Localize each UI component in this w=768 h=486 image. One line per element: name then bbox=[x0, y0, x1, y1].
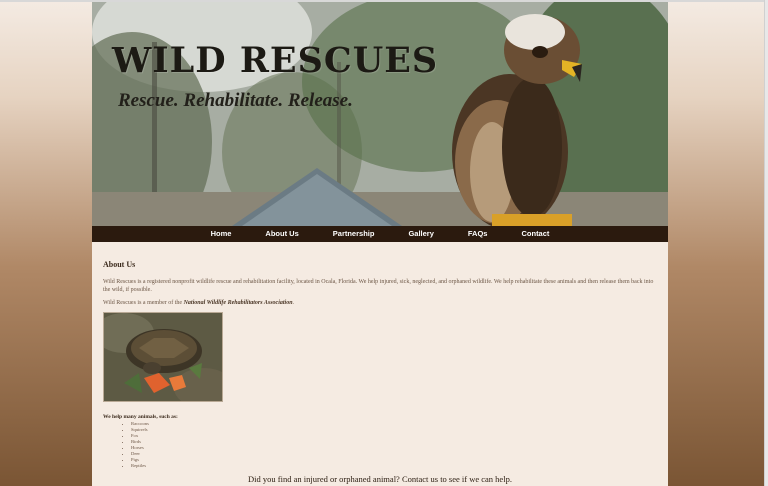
nav-link-partnership[interactable]: Partnership bbox=[316, 226, 392, 242]
site-title: WILD RESCUES bbox=[112, 40, 439, 81]
contact-call-to-action: Did you find an injured or orphaned anim… bbox=[248, 474, 512, 484]
membership-prefix: Wild Rescues is a member of the bbox=[103, 300, 184, 306]
hawk-banner-image bbox=[92, 2, 668, 226]
page-container: WILD RESCUES Rescue. Rehabilitate. Relea… bbox=[92, 2, 668, 486]
nav-link-gallery[interactable]: Gallery bbox=[391, 226, 450, 242]
header-banner: WILD RESCUES Rescue. Rehabilitate. Relea… bbox=[92, 2, 668, 226]
tortoise-image bbox=[104, 313, 222, 401]
membership-suffix: . bbox=[292, 300, 295, 306]
nav-link-home[interactable]: Home bbox=[194, 226, 249, 242]
tortoise-photo bbox=[103, 312, 223, 402]
membership-paragraph: Wild Rescues is a member of the National… bbox=[103, 299, 655, 307]
window-scrollbar[interactable] bbox=[764, 0, 768, 486]
about-heading: About Us bbox=[103, 260, 136, 269]
membership-org: National Wildlife Rehabilitators Associa… bbox=[183, 300, 293, 306]
list-item: Reptiles bbox=[131, 463, 657, 469]
animals-heading: We help many animals, such as: bbox=[103, 414, 178, 420]
animals-list: Raccoons Squirrels Fox Birds Horses Deer… bbox=[131, 421, 657, 469]
main-nav: Home About Us Partnership Gallery FAQs C… bbox=[92, 226, 668, 242]
nav-link-faqs[interactable]: FAQs bbox=[451, 226, 505, 242]
main-content: About Us Wild Rescues is a registered no… bbox=[92, 242, 668, 469]
nav-link-about-us[interactable]: About Us bbox=[248, 226, 315, 242]
intro-paragraph: Wild Rescues is a registered nonprofit w… bbox=[103, 279, 654, 293]
site-tagline: Rescue. Rehabilitate. Release. bbox=[118, 90, 353, 111]
nav-link-contact[interactable]: Contact bbox=[504, 226, 566, 242]
